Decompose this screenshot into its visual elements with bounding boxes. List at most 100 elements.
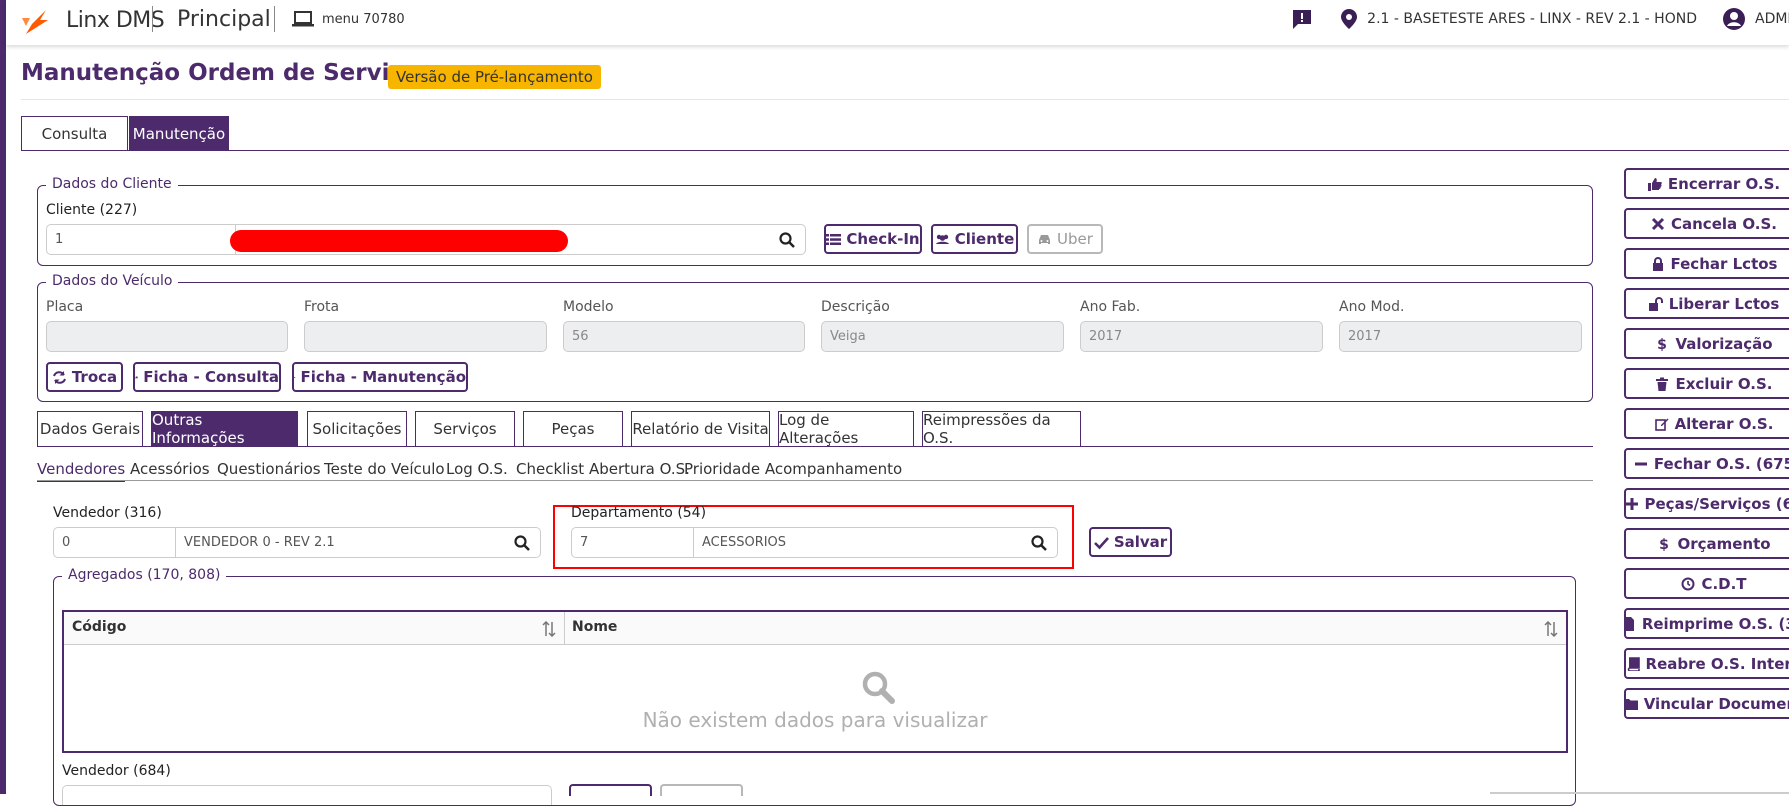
ficha-manutencao-label: Ficha - Manutenção: [301, 368, 467, 386]
column-codigo[interactable]: Código: [72, 619, 126, 635]
vendedor2-save-button[interactable]: [569, 784, 652, 796]
ficha-manutencao-button[interactable]: Ficha - Manutenção: [292, 362, 468, 392]
search-icon[interactable]: [1031, 535, 1047, 551]
cliente-code[interactable]: 1: [55, 232, 63, 247]
uber-button[interactable]: Uber: [1027, 224, 1103, 254]
link-tab-prioridade[interactable]: Prioridade Acompanhamento: [684, 460, 902, 478]
tab-dados-gerais[interactable]: Dados Gerais: [37, 411, 143, 446]
uber-label: Uber: [1057, 230, 1093, 248]
departamento-input[interactable]: 7 ACESSORIOS: [571, 527, 1058, 558]
ano-mod-field[interactable]: 2017: [1339, 321, 1582, 352]
tab-reimpressoes[interactable]: Reimpressões da O.S.: [922, 411, 1081, 446]
linx-logo-icon[interactable]: [20, 6, 50, 36]
departamento-code[interactable]: 7: [580, 535, 588, 550]
modelo-field[interactable]: 56: [563, 321, 805, 352]
link-tab-vendedores[interactable]: Vendedores: [37, 460, 125, 482]
placa-label: Placa: [46, 299, 83, 315]
cliente-label: Cliente (227): [46, 202, 137, 218]
vendedor2-input[interactable]: [62, 785, 552, 805]
fechar-os-button[interactable]: Fechar O.S. (675: [1624, 448, 1789, 479]
store-selector[interactable]: 2.1 - BASETESTE ARES - LINX - REV 2.1 - …: [1367, 11, 1697, 27]
check-in-label: Check-In: [846, 230, 919, 248]
encerrar-os-button[interactable]: Encerrar O.S.: [1624, 168, 1789, 199]
cliente-button[interactable]: Cliente: [931, 224, 1018, 254]
search-icon[interactable]: [514, 535, 530, 551]
ano-fab-label: Ano Fab.: [1080, 299, 1140, 315]
tab-servicos[interactable]: Serviços: [415, 411, 515, 446]
tab-pecas[interactable]: Peças: [523, 411, 623, 446]
frota-field[interactable]: [304, 321, 547, 352]
fechar-os-label: Fechar O.S. (675: [1654, 455, 1789, 473]
ficha-consulta-button[interactable]: Ficha - Consulta: [133, 362, 281, 392]
tab-solicitacoes[interactable]: Solicitações: [307, 411, 407, 446]
column-nome[interactable]: Nome: [572, 619, 617, 635]
descricao-field[interactable]: Veiga: [821, 321, 1064, 352]
link-tab-questionarios[interactable]: Questionários: [217, 460, 321, 478]
alterar-os-label: Alterar O.S.: [1675, 415, 1774, 433]
vendedor-input[interactable]: 0 VENDEDOR 0 - REV 2.1: [53, 527, 541, 558]
troca-button[interactable]: Troca: [46, 362, 123, 392]
unlock-icon: [1649, 297, 1663, 311]
reimprime-os-button[interactable]: Reimprime O.S. (36: [1624, 608, 1789, 639]
vendedor2-secondary-button[interactable]: [660, 784, 743, 796]
excluir-os-button[interactable]: Excluir O.S.: [1624, 368, 1789, 399]
cancela-os-label: Cancela O.S.: [1671, 215, 1777, 233]
tab-manutencao[interactable]: Manutenção: [129, 116, 229, 151]
modelo-label: Modelo: [563, 299, 614, 315]
orcamento-button[interactable]: $ Orçamento: [1624, 528, 1789, 559]
check-icon: [1094, 535, 1109, 550]
liberar-lctos-label: Liberar Lctos: [1669, 295, 1780, 313]
check-in-button[interactable]: Check-In: [824, 224, 922, 254]
search-icon[interactable]: [779, 232, 795, 248]
link-tab-acessorios[interactable]: Acessórios: [130, 460, 210, 478]
feedback-message-icon[interactable]: [1291, 8, 1313, 30]
car-icon: [135, 370, 138, 385]
empty-message: Não existem dados para visualizar: [64, 708, 1566, 732]
pecas-servicos-button[interactable]: Peças/Serviços (67: [1624, 488, 1789, 519]
descricao-label: Descrição: [821, 299, 890, 315]
salvar-label: Salvar: [1114, 533, 1167, 551]
fechar-lctos-button[interactable]: Fechar Lctos: [1624, 248, 1789, 279]
reabre-os-label: Reabre O.S. Intern: [1646, 655, 1789, 673]
reimprime-os-label: Reimprime O.S. (36: [1642, 615, 1789, 633]
link-tab-checklist[interactable]: Checklist Abertura O.S.: [516, 460, 690, 478]
location-pin-icon: [1341, 9, 1357, 29]
alterar-os-button[interactable]: Alterar O.S.: [1624, 408, 1789, 439]
cancela-os-button[interactable]: Cancela O.S.: [1624, 208, 1789, 239]
user-name[interactable]: ADMI: [1755, 11, 1789, 27]
salvar-button[interactable]: Salvar: [1089, 527, 1172, 557]
clock-icon: [1681, 577, 1695, 591]
vendedor-name: VENDEDOR 0 - REV 2.1: [184, 535, 335, 550]
column-divider: [564, 612, 565, 645]
cliente-button-label: Cliente: [955, 230, 1015, 248]
vincular-documento-button[interactable]: Vincular Document: [1624, 688, 1789, 719]
liberar-lctos-button[interactable]: Liberar Lctos: [1624, 288, 1789, 319]
tab-log-alteracoes[interactable]: Log de Alterações: [778, 411, 914, 446]
valorizacao-button[interactable]: $ Valorização: [1624, 328, 1789, 359]
divider: [152, 6, 153, 32]
sort-icon[interactable]: [542, 621, 556, 637]
top-navbar: Linx DMS Principal menu 70780 2.1 - BASE…: [6, 0, 1789, 45]
sub-tabs-underline: [37, 446, 1593, 447]
tab-relatorio-visita[interactable]: Relatório de Visita: [631, 411, 770, 446]
input-split: [175, 528, 176, 557]
link-tab-teste-veiculo[interactable]: Teste do Veículo: [324, 460, 445, 478]
svg-text:$: $: [1658, 337, 1668, 351]
placa-field[interactable]: [46, 321, 288, 352]
cdt-button[interactable]: C.D.T: [1624, 568, 1789, 599]
reabre-os-button[interactable]: Reabre O.S. Intern: [1624, 648, 1789, 679]
tab-outras-informacoes[interactable]: Outras Informações: [151, 411, 298, 446]
link-tab-log-os[interactable]: Log O.S.: [446, 460, 508, 478]
troca-label: Troca: [72, 368, 117, 386]
page-title: Manutenção Ordem de Serviço: [21, 60, 419, 86]
vendedor-code[interactable]: 0: [62, 535, 70, 550]
ano-fab-field[interactable]: 2017: [1080, 321, 1323, 352]
brand-name[interactable]: Linx DMS: [66, 8, 164, 33]
agregados-table: Código Nome Não existem dados para visua…: [62, 610, 1568, 753]
refresh-icon: [52, 370, 67, 385]
link-tabs-underline: [37, 480, 1593, 481]
vendedor-label: Vendedor (316): [53, 505, 162, 521]
user-avatar-icon[interactable]: [1723, 8, 1745, 30]
tab-consulta[interactable]: Consulta: [21, 116, 128, 151]
sort-icon[interactable]: [1544, 621, 1558, 637]
